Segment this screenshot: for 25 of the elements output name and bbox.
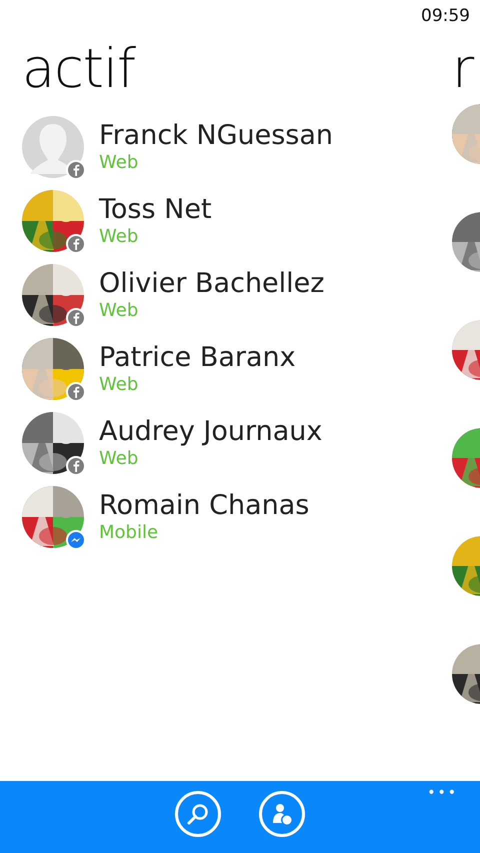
presence-status: Web: [99, 300, 138, 322]
presence-status: Web: [99, 448, 138, 470]
facebook-badge-icon: [66, 382, 86, 402]
more-button[interactable]: •••: [427, 785, 458, 801]
contact-name[interactable]: Patrice Baranx: [99, 342, 296, 374]
presence-status: Web: [99, 374, 138, 396]
contact-name[interactable]: Olivier Bachellez: [99, 268, 324, 300]
contact-name[interactable]: Franck NGuessan: [99, 120, 334, 152]
pivot-header[interactable]: actif: [22, 36, 135, 102]
messenger-badge-icon: [66, 530, 86, 550]
add-contact-button[interactable]: [259, 791, 305, 837]
facebook-badge-icon: [66, 456, 86, 476]
status-time: 09:59: [421, 6, 470, 26]
avatar-placeholder-icon: [22, 116, 84, 178]
presence-status: Web: [99, 226, 138, 248]
contact-name[interactable]: Toss Net: [99, 194, 212, 226]
search-button[interactable]: [175, 791, 221, 837]
contact-name[interactable]: Audrey Journaux: [99, 416, 322, 448]
contact-name[interactable]: Romain Chanas: [99, 490, 310, 522]
presence-status: Web: [99, 152, 138, 174]
presence-status: Mobile: [99, 522, 158, 544]
facebook-badge-icon: [66, 234, 86, 254]
facebook-badge-icon: [66, 308, 86, 328]
facebook-badge-icon: [66, 160, 86, 180]
pivot-header[interactable]: r: [452, 36, 474, 102]
